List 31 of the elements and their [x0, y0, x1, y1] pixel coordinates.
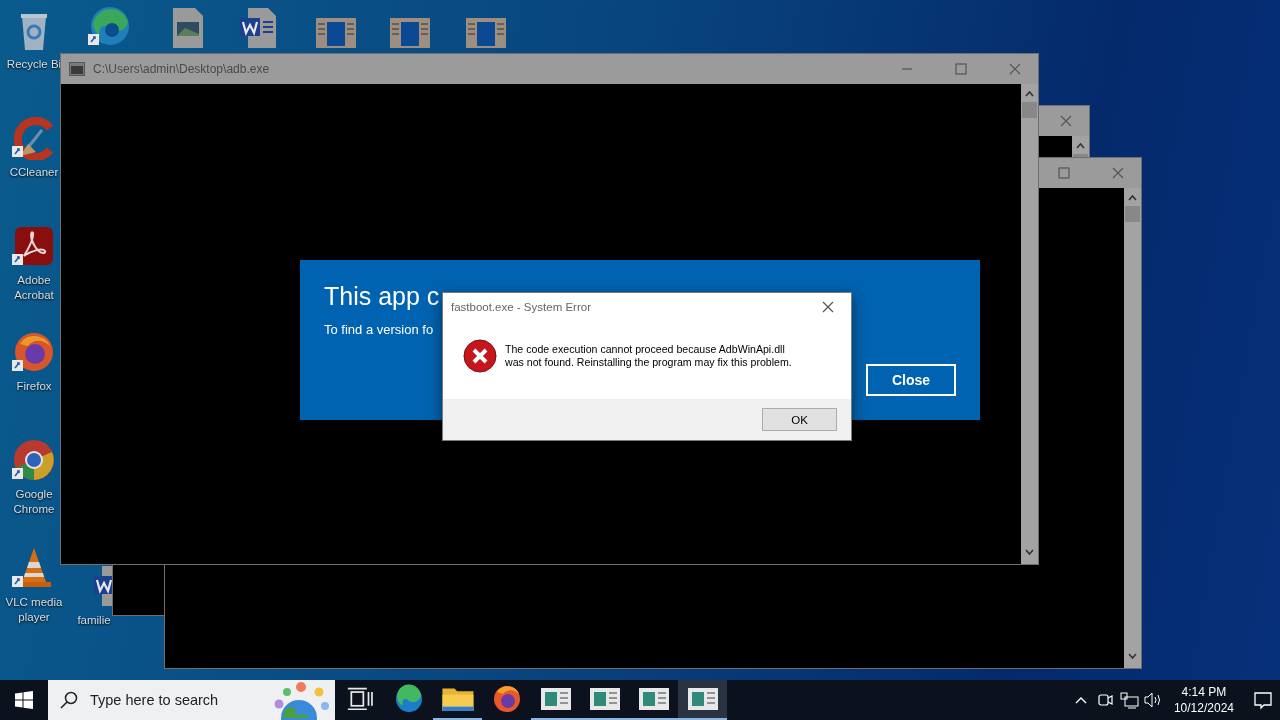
error-icon: [463, 339, 497, 373]
scrollbar[interactable]: [1072, 136, 1089, 157]
dialog-title: fastboot.exe - System Error: [451, 301, 592, 313]
taskbar-app-button[interactable]: [678, 680, 727, 720]
window-title: C:\Users\admin\Desktop\adb.exe: [93, 62, 271, 76]
icon-label: CCleaner: [9, 165, 59, 180]
browser-icon[interactable]: [88, 4, 132, 48]
panel-title: This app c: [324, 281, 440, 312]
pdf-icon[interactable]: [12, 224, 56, 268]
search-bar[interactable]: Type here to search: [48, 680, 335, 720]
search-icon: [60, 691, 78, 709]
ok-button[interactable]: OK: [762, 408, 837, 431]
browser-icon[interactable]: [12, 330, 56, 374]
scrollbar[interactable]: [1124, 188, 1141, 668]
icon-label: familie: [77, 613, 111, 628]
icon-label: Recycle Bi: [6, 57, 62, 72]
icon-label: Adobe Acrobat: [13, 273, 55, 303]
clock-date[interactable]: 10/12/2024: [1173, 701, 1234, 715]
windows-logo-icon: [15, 691, 33, 709]
error-message: The code execution cannot proceed because AdbWinApi.dll was not found. Reinstalling the program may fix this problem.: [505, 343, 792, 369]
cleaner-icon[interactable]: [12, 116, 56, 160]
icon-label: Firefox: [16, 379, 52, 394]
icon-label: Google Chrome: [12, 487, 56, 517]
search-field[interactable]: Type here to search: [88, 691, 255, 709]
scrollbar[interactable]: [1021, 84, 1038, 564]
panel-text: To find a version fo: [324, 322, 434, 337]
console-icon: [69, 62, 85, 76]
clock-time[interactable]: 4:14 PM: [1181, 685, 1227, 699]
browser-icon[interactable]: [12, 438, 56, 482]
icon-label: VLC media player: [4, 595, 64, 625]
close-button[interactable]: Close: [866, 364, 956, 396]
